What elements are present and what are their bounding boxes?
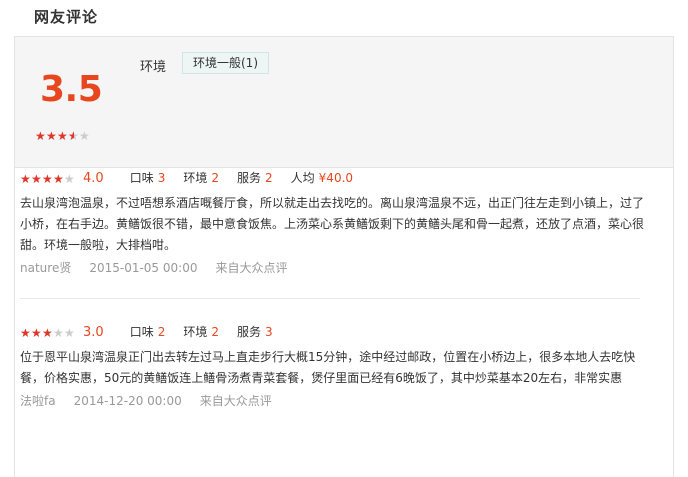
- review-footer: nature贤 2015-01-05 00:00 来自大众点评: [20, 259, 645, 276]
- star-icon: ★: [42, 325, 53, 340]
- review-footer: 法啦fa 2014-12-20 00:00 来自大众点评: [20, 392, 645, 409]
- star-icon: ★: [64, 325, 75, 340]
- dim-label: 服务: [237, 171, 262, 185]
- section-title: 网友评论: [34, 8, 99, 26]
- review-rating-stars: ★★★★★: [20, 327, 75, 339]
- review-date: 2015-01-05 00:00: [89, 261, 198, 275]
- review-rating-stars: ★★★★★: [20, 173, 75, 185]
- review-divider: [20, 298, 640, 299]
- review-meta: ★★★★★ 4.0 口味 3 环境 2 服务 2 人均 ¥40.0: [20, 168, 645, 188]
- dim-value: 2: [211, 171, 219, 185]
- dim-service: 服务 2: [237, 168, 273, 188]
- star-icon: ★: [31, 171, 42, 186]
- review-item: ★★★★★ 3.0 口味 2 环境 2 服务 3 位于恩平山泉湾温泉正门出去转左过马上直走步行…: [20, 322, 645, 409]
- review-score: 4.0: [83, 171, 104, 186]
- star-icon: ★: [68, 130, 79, 142]
- rating-summary: 3.5 ★★★★★ 环境 环境一般(1): [15, 37, 673, 168]
- star-icon: ★: [20, 171, 31, 186]
- review-text: 位于恩平山泉湾温泉正门出去转左过马上直走步行大概15分钟，途中经过邮政，位置在小…: [20, 350, 636, 385]
- review-item: ★★★★★ 4.0 口味 3 环境 2 服务 2 人均 ¥40.0 去山泉湾泡温泉，不过唔想系酒店…: [20, 168, 645, 276]
- dim-value: 3: [265, 325, 273, 339]
- review-source: 来自大众点评: [199, 394, 272, 408]
- dim-value: 2: [211, 325, 219, 339]
- review-text: 去山泉湾泡温泉，不过唔想系酒店嘅餐厅食，所以就走出去找吃的。离山泉湾温泉不远，出…: [20, 196, 645, 252]
- star-icon: ★: [31, 325, 42, 340]
- star-icon: ★: [57, 129, 68, 143]
- dim-value: 2: [265, 171, 273, 185]
- dim-value: ¥40.0: [318, 171, 354, 185]
- star-icon: ★: [20, 325, 31, 340]
- star-icon: ★: [53, 171, 64, 186]
- tag-environment-average[interactable]: 环境一般(1): [182, 52, 269, 74]
- dim-label: 口味: [129, 325, 154, 339]
- dim-service: 服务 3: [237, 322, 273, 342]
- dim-price-per-person: 人均 ¥40.0: [291, 168, 353, 188]
- review-score: 3.0: [83, 325, 104, 340]
- star-icon: ★: [42, 171, 53, 186]
- overall-rating-stars: ★★★★ ★: [35, 127, 90, 143]
- dim-environment: 环境 2: [183, 168, 219, 188]
- star-icon: ★: [46, 129, 57, 143]
- review-meta: ★★★★★ 3.0 口味 2 环境 2 服务 3: [20, 322, 645, 342]
- dim-value: 2: [157, 325, 166, 339]
- dim-label: 服务: [237, 325, 262, 339]
- tag-category-label: 环境: [140, 60, 167, 75]
- review-date: 2014-12-20 00:00: [73, 394, 182, 408]
- review-author[interactable]: nature贤: [20, 261, 71, 275]
- dim-environment: 环境 2: [183, 322, 219, 342]
- dim-label: 口味: [129, 171, 154, 185]
- review-author[interactable]: 法啦fa: [20, 394, 56, 408]
- overall-score: 3.5: [40, 69, 103, 110]
- dim-label: 环境: [183, 171, 208, 185]
- review-source: 来自大众点评: [215, 261, 288, 275]
- dim-taste: 口味 2: [130, 322, 166, 342]
- star-icon: ★: [53, 325, 64, 340]
- dim-value: 3: [157, 171, 166, 185]
- dim-taste: 口味 3: [130, 168, 166, 188]
- dim-label: 人均: [290, 171, 315, 185]
- dim-label: 环境: [183, 325, 208, 339]
- star-icon: ★: [64, 171, 75, 186]
- star-icon: ★: [79, 129, 90, 143]
- star-icon: ★: [35, 129, 46, 143]
